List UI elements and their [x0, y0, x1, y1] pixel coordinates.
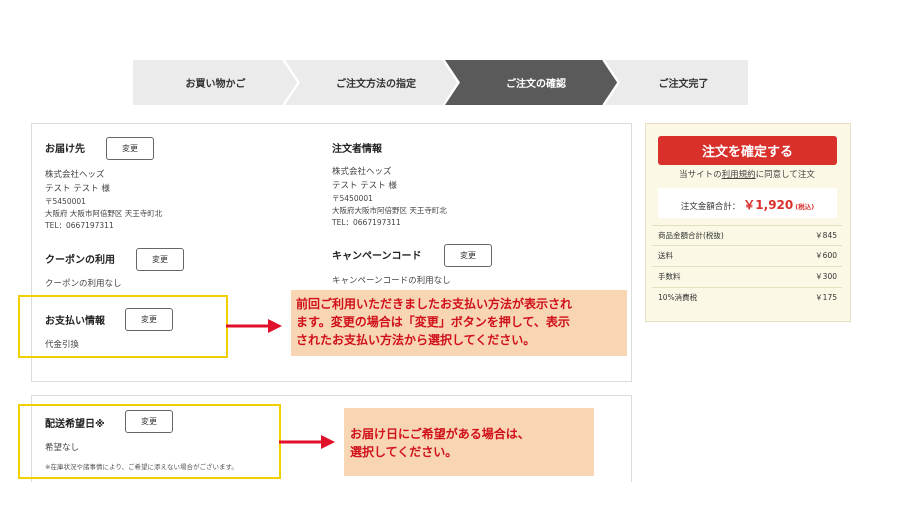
payment-callout-line: 前回ご利用いただきましたお支払い方法が表示され [296, 297, 573, 311]
order-total-value: ￥1,920 [743, 198, 794, 212]
terms-prefix: 当サイトの [679, 170, 722, 180]
payment-callout-line: されたお支払い方法から選択してください。 [296, 333, 536, 347]
orderer-title: 注文者情報 [332, 144, 382, 155]
order-total-tax: (税込) [795, 203, 815, 211]
arrow-right-icon [226, 319, 282, 333]
arrow-right-icon [279, 435, 335, 449]
terms-link[interactable]: 利用規約 [722, 170, 756, 180]
shipping-date-callout-line: お届け日にご希望がある場合は、 [350, 427, 530, 441]
delivery-company: 株式会社ヘッズ [45, 170, 105, 180]
delivery-address-block: 株式会社ヘッズ テスト テスト 様 〒5450001 大阪府 大阪市阿倍野区 天… [45, 168, 162, 232]
tax-label: 10%消費税 [658, 293, 698, 302]
payment-title: お支払い情報 [45, 316, 105, 327]
campaign-value: キャンペーンコードの利用なし [332, 276, 451, 286]
shipping-date-callout-line: 選択してください。 [350, 445, 458, 459]
shipping-date-callout: お届け日にご希望がある場合は、 選択してください。 [344, 408, 594, 476]
step-order-confirm: ご注文の確認 [506, 79, 566, 90]
delivery-title: お届け先 [45, 144, 85, 155]
payment-value: 代金引換 [45, 340, 80, 350]
shipping-date-value: 希望なし [45, 443, 80, 453]
checkout-steps: お買い物かご ご注文方法の指定 ご注文の確認 ご注文完了 [133, 60, 748, 105]
summary-divider [652, 266, 842, 267]
payment-callout-line: ます。変更の場合は「変更」ボタンを押して、表示 [296, 315, 570, 329]
terms-agreement: 当サイトの利用規約に同意して注文 [645, 168, 849, 180]
subtotal-label: 商品金額合計(税抜) [658, 231, 724, 240]
delivery-name: テスト テスト 様 [45, 184, 110, 194]
summary-divider [652, 225, 842, 226]
subtotal-value: ￥845 [815, 231, 837, 240]
delivery-zip: 〒5450001 [45, 197, 86, 206]
step-cart: お買い物かご [185, 79, 246, 90]
delivery-tel: TEL：0667197311 [45, 221, 114, 230]
orderer-address: 大阪府大阪市阿倍野区 天王寺町北 [332, 206, 447, 215]
orderer-address-block: 株式会社ヘッズ テスト テスト 様 〒5450001 大阪府大阪市阿倍野区 天王… [332, 165, 447, 229]
delivery-address: 大阪府 大阪市阿倍野区 天王寺町北 [45, 209, 163, 218]
shipping-date-change-button[interactable]: 変更 [125, 410, 173, 433]
order-total-label: 注文金額合計： [680, 202, 741, 212]
tax-value: ￥175 [815, 293, 837, 302]
orderer-company: 株式会社ヘッズ [332, 167, 392, 177]
terms-suffix: に同意して注文 [755, 170, 815, 180]
coupon-title: クーポンの利用 [45, 255, 115, 266]
summary-divider [652, 245, 842, 246]
orderer-tel: TEL：0667197311 [332, 218, 401, 227]
summary-divider [652, 287, 842, 288]
order-total-row: 注文金額合計： ￥1,920 (税込) [658, 196, 837, 213]
payment-callout: 前回ご利用いただきましたお支払い方法が表示され ます。変更の場合は「変更」ボタン… [291, 290, 627, 356]
confirm-order-button[interactable]: 注文を確定する [658, 136, 837, 165]
coupon-change-button[interactable]: 変更 [136, 248, 184, 271]
handling-fee-label: 手数料 [658, 272, 681, 281]
orderer-zip: 〒5450001 [332, 194, 373, 203]
delivery-change-button[interactable]: 変更 [106, 137, 154, 160]
shipping-date-note: ※在庫状況や諸事情により、ご希望に添えない場合がございます。 [45, 463, 238, 471]
orderer-name: テスト テスト 様 [332, 181, 397, 191]
shipping-fee-value: ￥600 [815, 251, 837, 260]
campaign-change-button[interactable]: 変更 [444, 244, 492, 267]
shipping-date-title: 配送希望日※ [45, 419, 105, 430]
step-order-method: ご注文方法の指定 [336, 79, 416, 90]
payment-change-button[interactable]: 変更 [125, 308, 173, 331]
shipping-fee-label: 送料 [658, 251, 673, 260]
coupon-value: クーポンの利用なし [45, 279, 122, 289]
handling-fee-value: ￥300 [815, 272, 837, 281]
campaign-title: キャンペーンコード [332, 251, 422, 262]
step-order-complete: ご注文完了 [658, 79, 709, 90]
